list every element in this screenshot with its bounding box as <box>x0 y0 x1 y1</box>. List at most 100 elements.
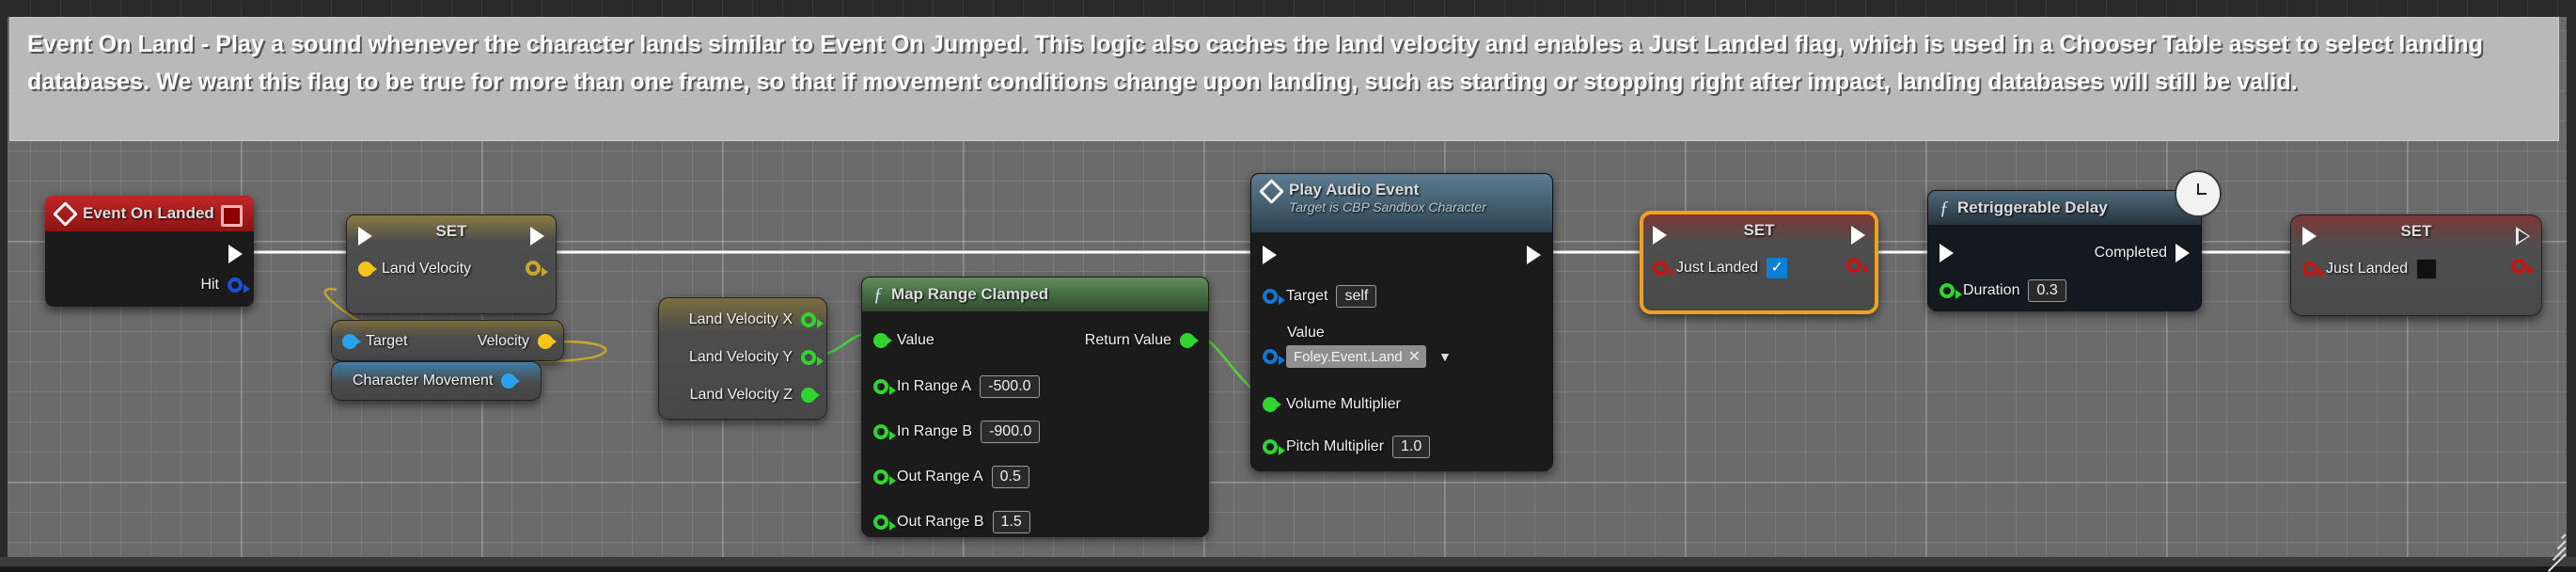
vector-pin-icon[interactable] <box>538 334 557 349</box>
pitch-multiplier-input[interactable]: 1.0 <box>1392 436 1431 458</box>
pin-exec-in[interactable] <box>1940 244 1954 262</box>
target-input[interactable]: self <box>1336 285 1377 308</box>
float-pin-icon[interactable] <box>801 388 820 403</box>
pin-in-range-a[interactable]: In Range A -500.0 <box>873 375 1040 398</box>
bool-pin-icon[interactable] <box>2511 259 2534 275</box>
pin-exec-in[interactable] <box>1263 246 1277 264</box>
float-pin-icon[interactable] <box>873 333 892 348</box>
pin-pitch-multiplier-in[interactable]: Pitch Multiplier 1.0 <box>1263 436 1431 458</box>
float-pin-icon[interactable] <box>873 379 896 395</box>
pin-land-velocity-y[interactable]: Land Velocity Y <box>689 349 824 366</box>
node-character-movement[interactable]: Character Movement <box>331 361 542 401</box>
pin-in-range-b[interactable]: In Range B -900.0 <box>873 421 1041 443</box>
exec-pin-icon[interactable] <box>1527 246 1541 264</box>
pin-exec-out[interactable] <box>228 245 243 263</box>
pin-exec-in[interactable] <box>2302 227 2317 246</box>
exec-pin-icon[interactable] <box>1263 246 1277 264</box>
exec-pin-icon[interactable] <box>530 227 544 246</box>
float-pin-icon[interactable] <box>801 312 824 328</box>
close-icon[interactable]: ✕ <box>1408 347 1421 366</box>
node-get-velocity[interactable]: Target Velocity <box>331 320 564 361</box>
pin-just-landed-in[interactable]: Just Landed <box>2302 259 2438 279</box>
object-pin-icon[interactable] <box>342 334 361 349</box>
bool-pin-icon[interactable] <box>2302 262 2325 278</box>
resize-grip[interactable] <box>2537 527 2567 572</box>
pin-just-landed-out[interactable] <box>1846 258 1869 274</box>
float-pin-icon[interactable] <box>1940 283 1962 299</box>
exec-pin-icon[interactable] <box>1851 226 1865 245</box>
node-header: SET <box>347 215 556 247</box>
pin-exec-in[interactable] <box>1653 226 1667 245</box>
object-pin-icon[interactable] <box>1263 289 1285 305</box>
pin-land-velocity-out[interactable] <box>526 261 548 277</box>
duration-input[interactable]: 0.3 <box>2028 279 2066 302</box>
comment-box[interactable]: Event On Land - Play a sound whenever th… <box>9 17 2559 141</box>
object-pin-icon[interactable] <box>1263 349 1285 365</box>
node-set-just-landed-true[interactable]: SET Just Landed ✓ <box>1640 211 1878 314</box>
node-title: Map Range Clamped <box>891 285 1049 303</box>
blueprint-graph-canvas[interactable]: Event On Landed Hit SET Land Velocity Ta… <box>0 0 2576 572</box>
float-pin-icon[interactable] <box>1263 439 1285 455</box>
exec-pin-icon[interactable] <box>228 245 243 263</box>
node-map-range-clamped[interactable]: ƒ Map Range Clamped Value Return Value I… <box>861 277 1209 537</box>
exec-pin-icon[interactable] <box>1940 244 1954 262</box>
pin-target-in[interactable]: Target <box>342 333 407 350</box>
bool-pin-icon[interactable] <box>1653 261 1675 277</box>
float-pin-icon[interactable] <box>873 469 896 485</box>
pin-exec-out[interactable] <box>2516 227 2530 246</box>
chevron-down-icon[interactable]: ▼ <box>1438 349 1452 364</box>
pin-hit-out[interactable]: Hit <box>200 277 250 294</box>
exec-pin-icon[interactable] <box>1653 226 1667 245</box>
node-set-land-velocity[interactable]: SET Land Velocity <box>346 214 557 314</box>
pin-out-range-b[interactable]: Out Range B 1.5 <box>873 511 1030 533</box>
pin-exec-out[interactable] <box>1527 246 1541 264</box>
float-pin-icon[interactable] <box>1180 333 1199 348</box>
gameplay-tag-selector[interactable]: Foley.Event.Land ✕ <box>1286 345 1427 368</box>
pin-target-in[interactable]: Target self <box>1263 285 1377 308</box>
in-range-a-input[interactable]: -500.0 <box>980 375 1040 398</box>
float-pin-icon[interactable] <box>873 515 896 531</box>
node-body: Just Landed <box>2291 227 2541 311</box>
node-set-just-landed-false[interactable]: SET Just Landed <box>2290 214 2542 316</box>
float-pin-icon[interactable] <box>801 350 824 366</box>
struct-pin-icon[interactable] <box>228 278 250 294</box>
float-pin-icon[interactable] <box>1263 397 1281 412</box>
vector-pin-icon[interactable] <box>358 262 377 277</box>
exec-pin-icon[interactable] <box>2516 227 2530 246</box>
pin-exec-out[interactable] <box>1851 226 1865 245</box>
pin-value-in[interactable]: Value <box>873 332 935 349</box>
object-pin-icon[interactable] <box>501 373 521 389</box>
pin-out-range-a[interactable]: Out Range A 0.5 <box>873 466 1029 488</box>
pin-land-velocity-x[interactable]: Land Velocity X <box>689 311 824 328</box>
pin-land-velocity-z[interactable]: Land Velocity Z <box>690 387 820 404</box>
pin-value-in-group[interactable]: Value Foley.Event.Land ✕ ▼ <box>1263 325 1452 368</box>
pin-exec-out[interactable] <box>530 227 544 246</box>
node-land-velocity-components[interactable]: Land Velocity X Land Velocity Y Land Vel… <box>658 297 827 420</box>
node-event-on-landed[interactable]: Event On Landed Hit <box>45 196 254 307</box>
pin-velocity-out[interactable]: Velocity <box>478 333 557 350</box>
pin-land-velocity-in[interactable]: Land Velocity <box>358 261 471 278</box>
just-landed-checkbox[interactable]: ✓ <box>1767 258 1788 278</box>
exec-pin-icon[interactable] <box>2302 227 2317 246</box>
pin-volume-multiplier-in[interactable]: Volume Multiplier <box>1263 396 1401 413</box>
in-range-b-input[interactable]: -900.0 <box>981 421 1041 443</box>
float-pin-icon[interactable] <box>873 424 896 440</box>
pin-exec-in[interactable] <box>358 227 372 246</box>
vector-pin-icon[interactable] <box>526 261 548 277</box>
node-play-audio-event[interactable]: Play Audio Event Target is CBP Sandbox C… <box>1250 173 1553 471</box>
pin-character-movement-out[interactable]: Character Movement <box>353 373 521 389</box>
pin-completed-out[interactable]: Completed <box>2095 244 2190 262</box>
exec-pin-icon[interactable] <box>2175 244 2190 262</box>
pin-just-landed-out[interactable] <box>2511 259 2534 275</box>
pin-just-landed-in[interactable]: Just Landed ✓ <box>1653 258 1788 278</box>
pin-return-value-out[interactable]: Return Value <box>1085 332 1199 349</box>
out-range-a-input[interactable]: 0.5 <box>991 466 1029 488</box>
out-range-b-input[interactable]: 1.5 <box>992 511 1030 533</box>
just-landed-checkbox[interactable] <box>2416 259 2438 279</box>
node-retriggerable-delay[interactable]: ƒ Retriggerable Delay Completed Duration… <box>1927 170 2222 311</box>
node-title: Play Audio Event <box>1289 181 1420 199</box>
pin-duration-in[interactable]: Duration 0.3 <box>1940 279 2066 302</box>
red-square-icon[interactable] <box>221 205 243 227</box>
exec-pin-icon[interactable] <box>358 227 372 246</box>
bool-pin-icon[interactable] <box>1846 258 1869 274</box>
